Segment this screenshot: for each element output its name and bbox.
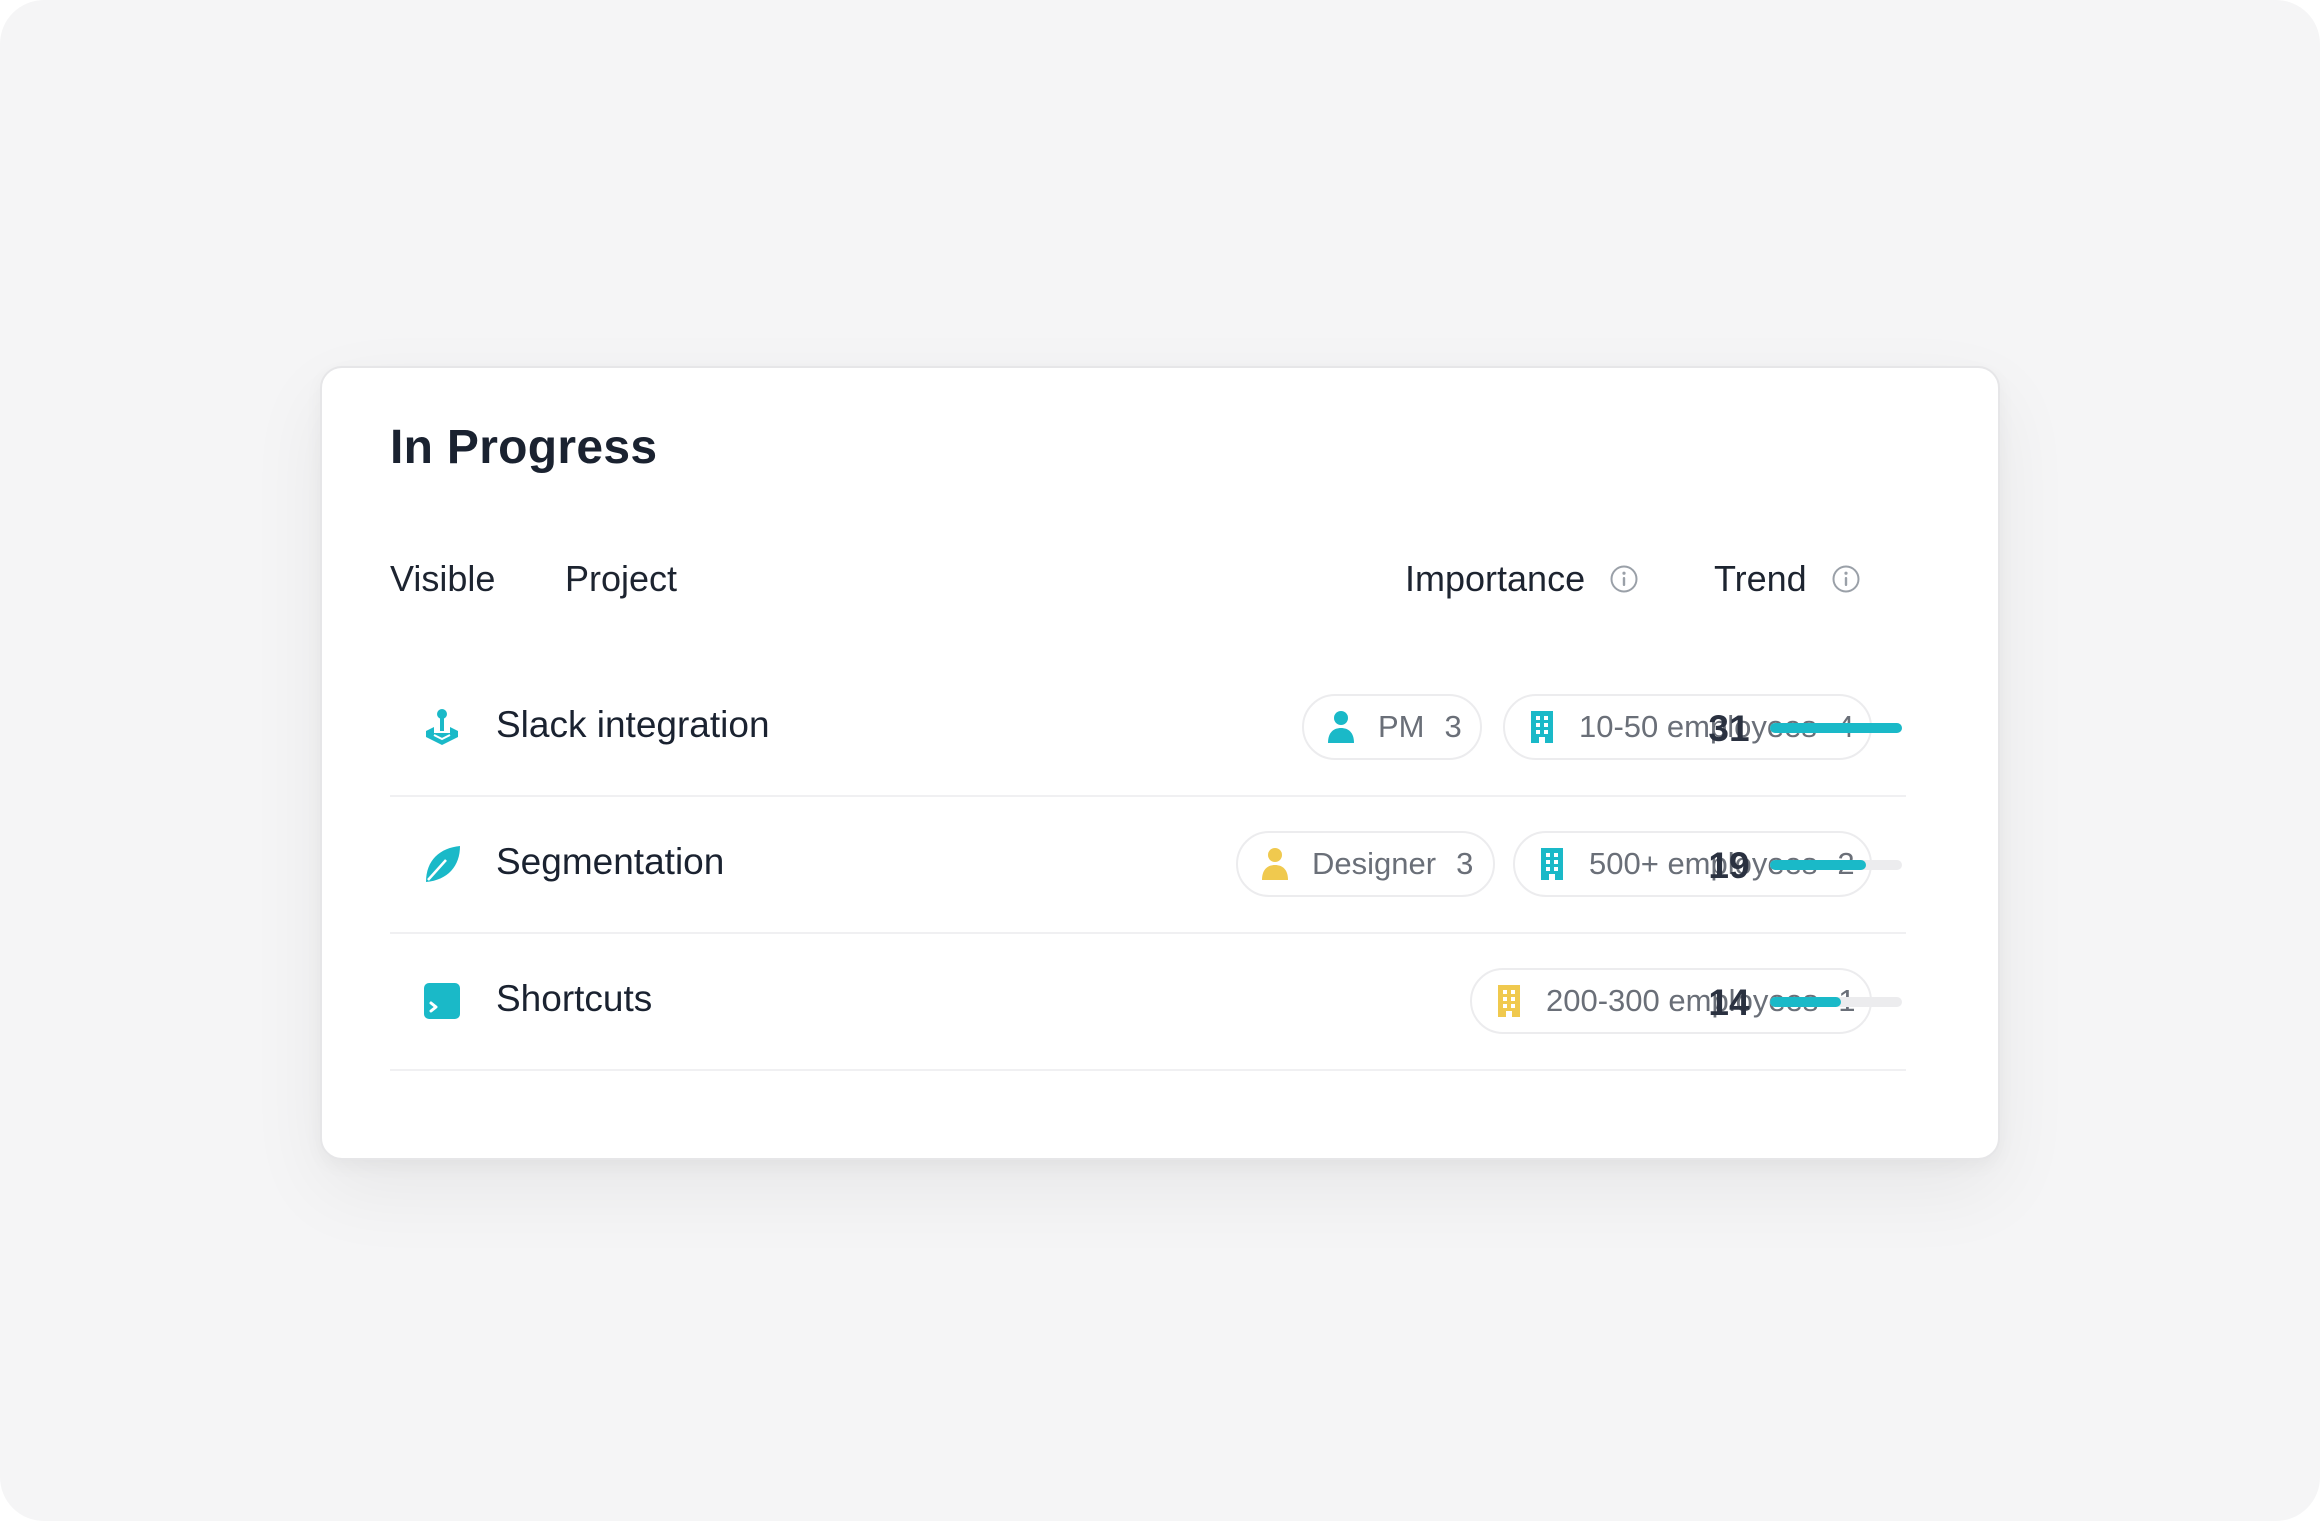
column-header-trend[interactable]: Trend xyxy=(1714,558,1861,600)
trend-bar-fill xyxy=(1770,723,1902,733)
trend-bar-fill xyxy=(1770,860,1867,870)
column-header-importance-label: Importance xyxy=(1405,558,1586,599)
tag-chip[interactable]: PM 3 xyxy=(1302,694,1482,760)
project-row[interactable]: Shortcuts200-300 employees114 xyxy=(390,934,1906,1071)
column-header-project-label: Project xyxy=(565,558,678,599)
row-divider xyxy=(390,1069,1906,1071)
building-icon xyxy=(1494,984,1546,1018)
importance-score: 31 xyxy=(1708,708,1750,749)
project-row[interactable]: Slack integrationPM310-50 employees431 xyxy=(390,660,1906,797)
building-icon xyxy=(1537,847,1589,881)
project-name[interactable]: Segmentation xyxy=(496,841,724,883)
importance-score: 19 xyxy=(1708,845,1750,886)
project-name[interactable]: Shortcuts xyxy=(496,978,652,1020)
trend-bar xyxy=(1770,997,1902,1007)
tag-chip-count: 3 xyxy=(1456,846,1474,881)
tag-chip[interactable]: Designer 3 xyxy=(1236,831,1495,897)
column-header-visible[interactable]: Visible xyxy=(390,558,495,600)
trend-bar xyxy=(1770,723,1902,733)
building-icon xyxy=(1527,710,1579,744)
column-header-importance[interactable]: Importance xyxy=(1405,558,1639,600)
terminal-icon xyxy=(420,979,464,1023)
column-header-visible-label: Visible xyxy=(390,558,496,599)
tag-chip-label: Designer xyxy=(1312,846,1437,881)
trend-bar-fill xyxy=(1770,997,1842,1007)
info-icon[interactable] xyxy=(1831,564,1861,594)
importance-score: 14 xyxy=(1708,982,1750,1023)
panel-title: In Progress xyxy=(390,421,658,474)
column-header-project[interactable]: Project xyxy=(565,558,677,600)
tag-chip-label: PM xyxy=(1378,709,1425,744)
column-header-trend-label: Trend xyxy=(1714,558,1807,599)
trend-bar xyxy=(1770,860,1902,870)
tag-chip-count: 3 xyxy=(1444,709,1462,744)
leaf-icon xyxy=(420,842,464,886)
in-progress-panel: In Progress Visible Project Importance T… xyxy=(320,366,2000,1160)
joystick-icon xyxy=(420,705,464,749)
project-row[interactable]: SegmentationDesigner3500+ employees219 xyxy=(390,797,1906,934)
person-icon xyxy=(1326,710,1378,744)
person-icon xyxy=(1260,847,1312,881)
info-icon[interactable] xyxy=(1609,564,1639,594)
project-name[interactable]: Slack integration xyxy=(496,704,770,746)
